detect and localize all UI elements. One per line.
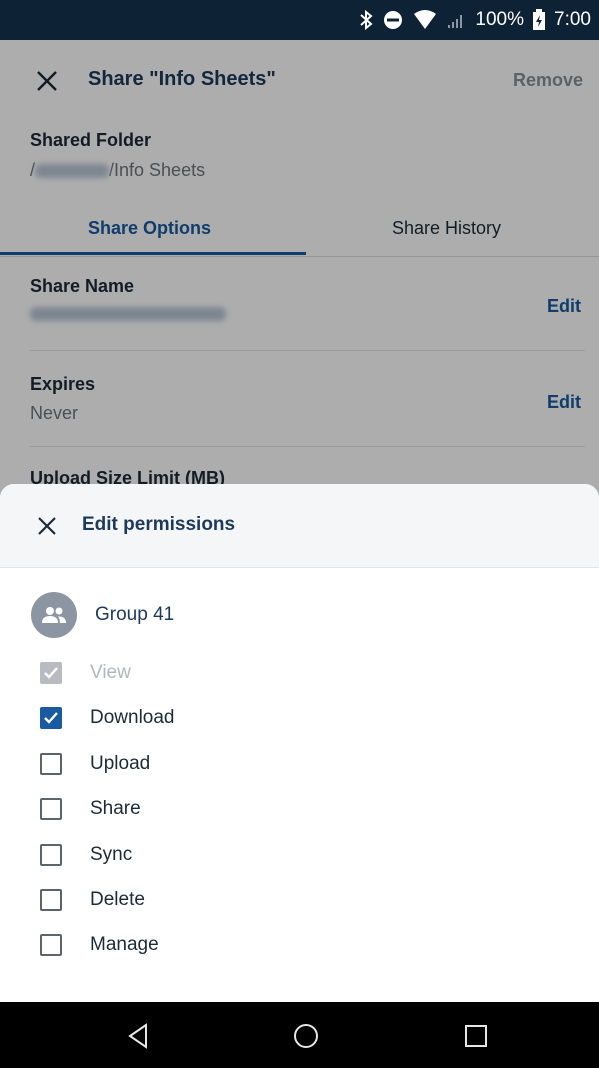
status-bar: 100% 7:00 (0, 0, 599, 40)
status-icons (359, 10, 465, 30)
permission-sync[interactable]: Sync (40, 844, 132, 866)
system-navigation-bar (0, 1002, 599, 1068)
permission-share[interactable]: Share (40, 798, 141, 820)
checkbox-upload[interactable] (40, 753, 62, 775)
bluetooth-icon (360, 10, 373, 30)
permission-view[interactable]: View (40, 662, 131, 684)
recents-icon[interactable] (462, 1022, 490, 1050)
permission-manage[interactable]: Manage (40, 934, 159, 956)
group-entry: Group 41 (31, 592, 174, 638)
permission-label: Upload (90, 753, 151, 774)
checkbox-delete[interactable] (40, 889, 62, 911)
sheet-title: Edit permissions (82, 514, 236, 535)
home-icon[interactable] (292, 1022, 320, 1050)
close-icon[interactable] (36, 515, 58, 537)
edit-permissions-sheet: Edit permissions Group 41 View Download … (0, 484, 599, 1002)
sheet-header: Edit permissions (0, 484, 599, 568)
checkbox-sync[interactable] (40, 844, 62, 866)
battery-charging-icon (533, 9, 546, 30)
checkmark-icon (44, 712, 58, 724)
checkbox-manage[interactable] (40, 934, 62, 956)
checkbox-view[interactable] (40, 662, 62, 684)
wifi-icon (414, 10, 437, 29)
permission-label: Share (90, 798, 141, 819)
group-icon (42, 607, 66, 623)
clock: 7:00 (554, 9, 591, 30)
permission-label: View (90, 662, 131, 683)
permission-label: Download (90, 707, 175, 728)
permission-label: Manage (90, 934, 159, 955)
permission-download[interactable]: Download (40, 707, 175, 729)
permission-upload[interactable]: Upload (40, 753, 150, 775)
permission-delete[interactable]: Delete (40, 889, 145, 911)
group-name: Group 41 (95, 604, 175, 625)
battery-percentage: 100% (475, 9, 525, 30)
permission-label: Delete (90, 889, 145, 910)
checkmark-icon (44, 667, 58, 679)
permission-label: Sync (90, 844, 133, 865)
do-not-disturb-icon (384, 11, 403, 29)
checkbox-download[interactable] (40, 707, 62, 729)
back-icon[interactable] (124, 1022, 152, 1050)
signal-icon (448, 15, 463, 28)
checkbox-share[interactable] (40, 798, 62, 820)
avatar (31, 592, 77, 638)
